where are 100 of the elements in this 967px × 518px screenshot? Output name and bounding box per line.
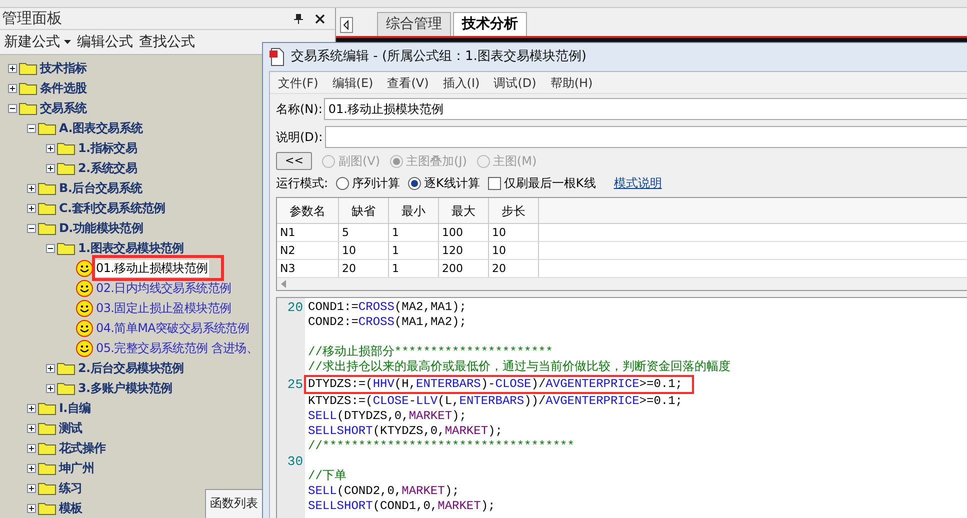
table-cell: 10 xyxy=(489,242,539,259)
tree-item[interactable]: 坤广州 xyxy=(58,460,96,476)
code-line: COND1:=CROSS(MA2,MA1); xyxy=(308,300,466,315)
panel-title: 管理面板 xyxy=(2,8,62,30)
expand-icon[interactable] xyxy=(27,504,36,512)
code-line: DTYDZS:=(HHV(H,ENTERBARS)-CLOSE)/AVGENTERPRICE>=0.1; xyxy=(308,377,683,392)
folder-icon xyxy=(38,421,56,435)
column-header: 最大 xyxy=(439,198,489,223)
toolbar-button[interactable]: 查找公式 xyxy=(139,32,195,52)
table-cell: 20 xyxy=(339,260,389,277)
window-title: 函数列表 xyxy=(210,496,258,510)
name-field[interactable]: 01.移动止损模块范例 xyxy=(324,98,967,120)
menu-item[interactable]: 编辑(E) xyxy=(332,74,374,92)
table-cell: 20 xyxy=(489,260,539,277)
tree-item[interactable]: 1.图表交易模块范例 xyxy=(77,240,185,256)
tree-item[interactable]: 模板 xyxy=(58,500,84,516)
tree-item[interactable]: 2.系统交易 xyxy=(77,160,138,176)
tree-item[interactable]: 练习 xyxy=(58,480,84,496)
expand-icon[interactable] xyxy=(27,404,36,412)
menu-item[interactable]: 查看(V) xyxy=(387,74,429,92)
smiley-icon xyxy=(76,300,93,316)
tree-item[interactable]: 技术指标 xyxy=(39,60,88,76)
expand-icon[interactable] xyxy=(8,64,17,72)
folder-icon xyxy=(38,121,56,135)
tree-item[interactable]: I.自编 xyxy=(58,400,92,416)
field-label: 说明(D): xyxy=(276,129,323,146)
tree-item[interactable]: B.后台交易系统 xyxy=(58,180,144,196)
tree-item[interactable]: C.套利交易系统范例 xyxy=(58,200,166,216)
code-line: SELLSHORT(COND1,0,MARKET); xyxy=(308,499,496,514)
collapse-icon[interactable] xyxy=(27,124,36,132)
tree-item[interactable]: 交易系统 xyxy=(39,100,88,116)
menu-item[interactable]: 调试(D) xyxy=(494,74,536,92)
tree-item[interactable]: 花式操作 xyxy=(58,440,107,456)
scroll-left-icon[interactable] xyxy=(340,17,353,33)
radio-button[interactable] xyxy=(408,176,422,190)
expand-icon[interactable] xyxy=(27,184,36,192)
collapse-icon[interactable] xyxy=(27,224,36,232)
tree-item[interactable]: 2.后台交易模块范例 xyxy=(77,360,185,376)
collapse-icon[interactable] xyxy=(46,244,55,252)
menu-item[interactable]: 插入(I) xyxy=(442,74,480,92)
folder-icon xyxy=(57,241,75,255)
expand-icon[interactable] xyxy=(46,384,55,392)
menu-item[interactable]: 帮助(H) xyxy=(550,74,593,92)
tree-item[interactable]: 02.日内均线交易系统范例 xyxy=(95,280,232,296)
tab[interactable]: 技术分析 xyxy=(453,12,527,36)
caret-icon xyxy=(64,40,71,44)
expand-icon[interactable] xyxy=(27,444,36,452)
pin-icon[interactable] xyxy=(294,13,303,24)
expand-icon[interactable] xyxy=(46,364,55,372)
tree-item[interactable]: 03.固定止损止盈模块范例 xyxy=(95,300,232,316)
folder-icon xyxy=(38,201,56,215)
checkbox[interactable] xyxy=(488,176,501,190)
smiley-icon xyxy=(76,260,93,276)
tree-item[interactable]: D.功能模块范例 xyxy=(58,220,144,236)
mode-link[interactable]: 模式说明 xyxy=(614,174,662,192)
expand-icon[interactable] xyxy=(27,424,36,432)
table-cell: 120 xyxy=(439,242,489,259)
tree-item[interactable]: 01.移动止损模块范例 xyxy=(95,260,209,276)
folder-icon xyxy=(38,401,56,415)
menu-item[interactable]: 文件(F) xyxy=(278,74,318,92)
radio-button[interactable] xyxy=(390,154,404,168)
table-cell: 5 xyxy=(339,224,389,241)
table-cell: 10 xyxy=(339,242,389,259)
smiley-icon xyxy=(76,320,93,336)
folder-icon xyxy=(38,221,56,235)
description-field[interactable] xyxy=(324,126,967,148)
toolbar-button[interactable]: 编辑公式 xyxy=(77,32,133,52)
column-header: 参数名 xyxy=(277,198,339,223)
folder-icon xyxy=(19,101,37,115)
table-cell: N1 xyxy=(277,224,339,241)
expand-icon[interactable] xyxy=(46,164,55,172)
radio-button[interactable] xyxy=(336,176,350,190)
tree-item[interactable]: 3.多账户模块范例 xyxy=(77,380,174,396)
expand-icon[interactable] xyxy=(27,204,36,212)
radio-label: 副图(V) xyxy=(338,153,380,170)
radio-button[interactable] xyxy=(322,154,336,168)
table-cell: N2 xyxy=(277,242,339,259)
code-line: COND2:=CROSS(MA1,MA2); xyxy=(308,315,466,330)
folder-icon xyxy=(38,441,56,455)
radio-button[interactable] xyxy=(476,154,490,168)
table-cell: 200 xyxy=(439,260,489,277)
close-icon[interactable] xyxy=(315,14,325,24)
tab[interactable]: 综合管理 xyxy=(377,12,451,36)
tree-item[interactable]: 04.简单MA突破交易系统范例 xyxy=(95,320,250,336)
expand-icon[interactable] xyxy=(27,464,36,472)
collapse-button[interactable]: << xyxy=(276,152,312,170)
collapse-icon[interactable] xyxy=(8,104,17,112)
radio-label: 主图(M) xyxy=(492,153,537,170)
tree-item[interactable]: 1.指标交易 xyxy=(77,140,138,156)
smiley-icon xyxy=(76,280,93,296)
tree-item[interactable]: 测试 xyxy=(58,420,84,436)
expand-icon[interactable] xyxy=(8,84,17,92)
tree-item[interactable]: 条件选股 xyxy=(39,80,88,96)
expand-icon[interactable] xyxy=(46,144,55,152)
expand-icon[interactable] xyxy=(27,484,36,492)
folder-icon xyxy=(38,501,56,515)
tree-item[interactable]: A.图表交易系统 xyxy=(58,120,144,136)
tree-item[interactable]: 05.完整交易系统范例 含进场、 xyxy=(95,340,260,356)
line-number: 25 xyxy=(287,377,303,392)
toolbar-button[interactable]: 新建公式 xyxy=(4,32,71,52)
